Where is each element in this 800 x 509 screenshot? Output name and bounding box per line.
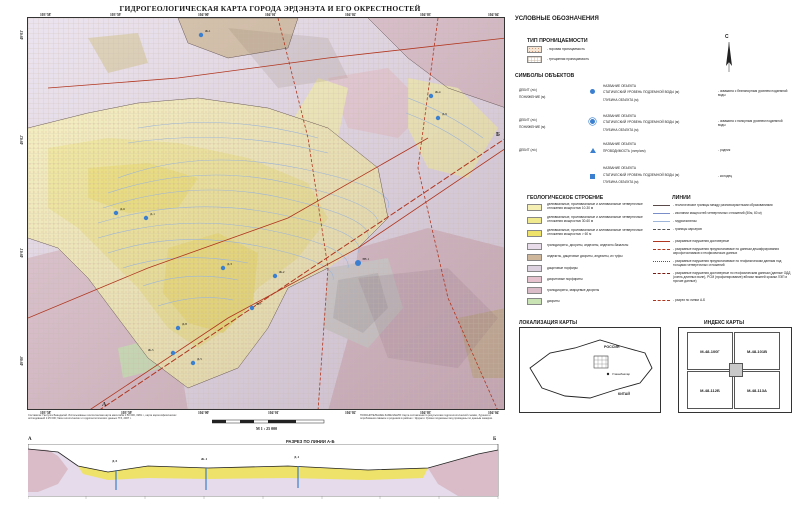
legend-geology-item: гранодиориты, кварцевые диориты <box>547 288 600 292</box>
coord-left-4: 49°00' <box>20 356 24 366</box>
swatch-geology <box>527 204 542 211</box>
legend-geology-item: дацитовые порфиры <box>547 266 578 270</box>
swatch-geology <box>527 243 542 250</box>
cross-section <box>28 444 499 499</box>
svg-text:Д-5: Д-5 <box>197 357 202 361</box>
line-symbol <box>653 221 670 222</box>
legend-title: УСЛОВНЫЕ ОБОЗНАЧЕНИЯ <box>515 16 599 22</box>
location-inset-title: ЛОКАЛИЗАЦИЯ КАРТЫ <box>519 320 578 326</box>
coord-left-3: 49°01' <box>20 248 24 258</box>
svg-text:Д-8: Д-8 <box>182 322 187 326</box>
line-symbol <box>653 249 670 250</box>
legend-perm-item: - трещинная проницаемость <box>547 57 590 61</box>
section-letter-b-profile: Б <box>493 437 497 442</box>
swatch-geology <box>527 298 542 305</box>
well-pressure-icon <box>590 119 595 124</box>
legend-geology-item: андезиты, дацитовые диориты, андезиты, и… <box>547 254 623 258</box>
dug-well-icon <box>590 174 595 179</box>
section-letter-b: Б <box>496 132 500 138</box>
swatch-geology <box>527 217 542 224</box>
legend-geology-title: ГЕОЛОГИЧЕСКОЕ СТРОЕНИЕ <box>527 195 604 201</box>
legend-geology-item: делювиальные, пролювиальные и аллювиальн… <box>547 215 643 223</box>
legend-perm-item: - поровая проницаемость <box>547 47 585 51</box>
legend-geology-item: гранодиориты, диориты, андезиты, андезит… <box>547 243 629 247</box>
line-symbol <box>653 273 670 274</box>
svg-text:Ж-3: Ж-3 <box>148 348 154 352</box>
legend-geology-item: делювиальные, пролювиальные и аллювиальн… <box>547 202 643 210</box>
legend-line-item: - разрывные нарушения предполагаемые по … <box>673 259 782 267</box>
section-letter-a-profile: А <box>28 437 32 442</box>
svg-text:Ж-7: Ж-7 <box>256 302 262 306</box>
section-well-label: Д-5 <box>112 459 118 463</box>
legend-line-item: - разрывные нарушения достоверные по гео… <box>673 271 791 283</box>
line-symbol <box>653 229 670 230</box>
svg-text:Ж-2: Ж-2 <box>279 270 285 274</box>
index-inset-title: ИНДЕКС КАРТЫ <box>704 320 744 326</box>
svg-text:Д-9: Д-9 <box>442 112 447 116</box>
coord-bottom-5: 104°02' <box>345 411 357 415</box>
legend-line-item: - разрывные нарушения предполагаемые по … <box>673 247 779 255</box>
legend-geology-item: диоритовые порфириты <box>547 277 583 281</box>
svg-text:Д-1: Д-1 <box>150 212 155 216</box>
line-symbol <box>653 261 670 262</box>
swatch-pore <box>527 46 542 53</box>
legend-panel: УСЛОВНЫЕ ОБОЗНАЧЕНИЯ С ТИП ПРОНИЦАЕМОСТИ… <box>515 16 791 305</box>
legend-permeability-title: ТИП ПРОНИЦАЕМОСТИ <box>527 38 588 44</box>
notes-right: ПОЯСНИТЕЛЬНЫЕ ЗАМЕЧАНИЯ: Карта составлен… <box>360 414 493 421</box>
label-ulaanbaatar: Улаанбаатар <box>612 372 631 376</box>
compass-icon <box>726 42 732 72</box>
legend-line-item: - геологические границы между разновозра… <box>673 203 773 207</box>
swatch-geology <box>527 254 542 261</box>
label-russia: РОССИЯ <box>604 345 620 349</box>
spring-icon <box>590 148 596 153</box>
scale-text: М 1 : 25 000 <box>256 426 278 431</box>
svg-text:Д-6: Д-6 <box>120 207 125 211</box>
index-inset: M-48-100Г M-48-101В M-48-112Б M-48-113А <box>678 327 792 413</box>
legend-line-item: - гидроизогипсы <box>673 219 697 223</box>
line-symbol <box>653 300 670 301</box>
legend-symbols-title: СИМБОЛЫ ОБЪЕКТОВ <box>515 73 575 79</box>
map-title: ГИДРОГЕОЛОГИЧЕСКАЯ КАРТА ГОРОДА ЭРДЭНЭТА… <box>119 4 421 13</box>
legend-line-item: - изолинии мощностей четвертичных отложе… <box>673 211 762 215</box>
section-well-label: Ж-1 <box>201 457 208 461</box>
map-extent-marker <box>729 363 743 377</box>
legend-line-item: - границы карьеров <box>673 227 702 231</box>
swatch-geology <box>527 287 542 294</box>
swatch-geology <box>527 265 542 272</box>
compass-letter: С <box>725 34 729 40</box>
coord-bottom-3: 104°00' <box>198 411 210 415</box>
mongolia-outline <box>529 339 653 399</box>
legend-geology-item: делювиальные, пролювиальные и аллювиальн… <box>547 228 643 236</box>
location-inset: РОССИЯ Улаанбаатар КИТАЙ <box>519 327 661 413</box>
map-canvas: А Б Ж-1 Д-6 Д-1 Д-3 Ж-2 Д-8 Д-5 Ж-7 ЭН-1… <box>28 18 504 409</box>
svg-text:Ж-1: Ж-1 <box>205 29 211 33</box>
coord-left-2: 49°02' <box>20 135 24 145</box>
svg-text:Ж-4: Ж-4 <box>435 90 441 94</box>
swatch-geology <box>527 230 542 237</box>
scale-bar <box>212 419 325 424</box>
line-symbol <box>653 213 670 214</box>
legend-lines-title: ЛИНИИ <box>672 195 691 201</box>
section-well-label: Д-1 <box>294 455 300 459</box>
legend-line-item: - разрез по линии А-Б <box>673 298 706 302</box>
well-free-icon <box>590 89 595 94</box>
map-area[interactable]: А Б Ж-1 Д-6 Д-1 Д-3 Ж-2 Д-8 Д-5 Ж-7 ЭН-1… <box>27 17 505 410</box>
coord-left-1: 49°03' <box>20 30 24 40</box>
legend-line-item: - разрывные нарушения достоверные <box>673 239 730 243</box>
index-cell[interactable]: M-48-100Г <box>687 332 733 370</box>
svg-text:Д-3: Д-3 <box>227 262 232 266</box>
legend-geology-item: диориты <box>547 299 560 303</box>
line-symbol <box>653 241 670 242</box>
notes-left: Составила: Гантулга Баяндалай. Использов… <box>28 414 177 421</box>
label-china: КИТАЙ <box>618 392 630 396</box>
swatch-fracture <box>527 56 542 63</box>
line-symbol <box>653 205 670 206</box>
index-cell[interactable]: M-48-112Б <box>687 371 733 409</box>
coord-bottom-4: 104°01' <box>268 411 280 415</box>
section-letter-a: А <box>102 402 107 408</box>
svg-text:ЭН-1: ЭН-1 <box>362 257 369 261</box>
swatch-geology <box>527 276 542 283</box>
